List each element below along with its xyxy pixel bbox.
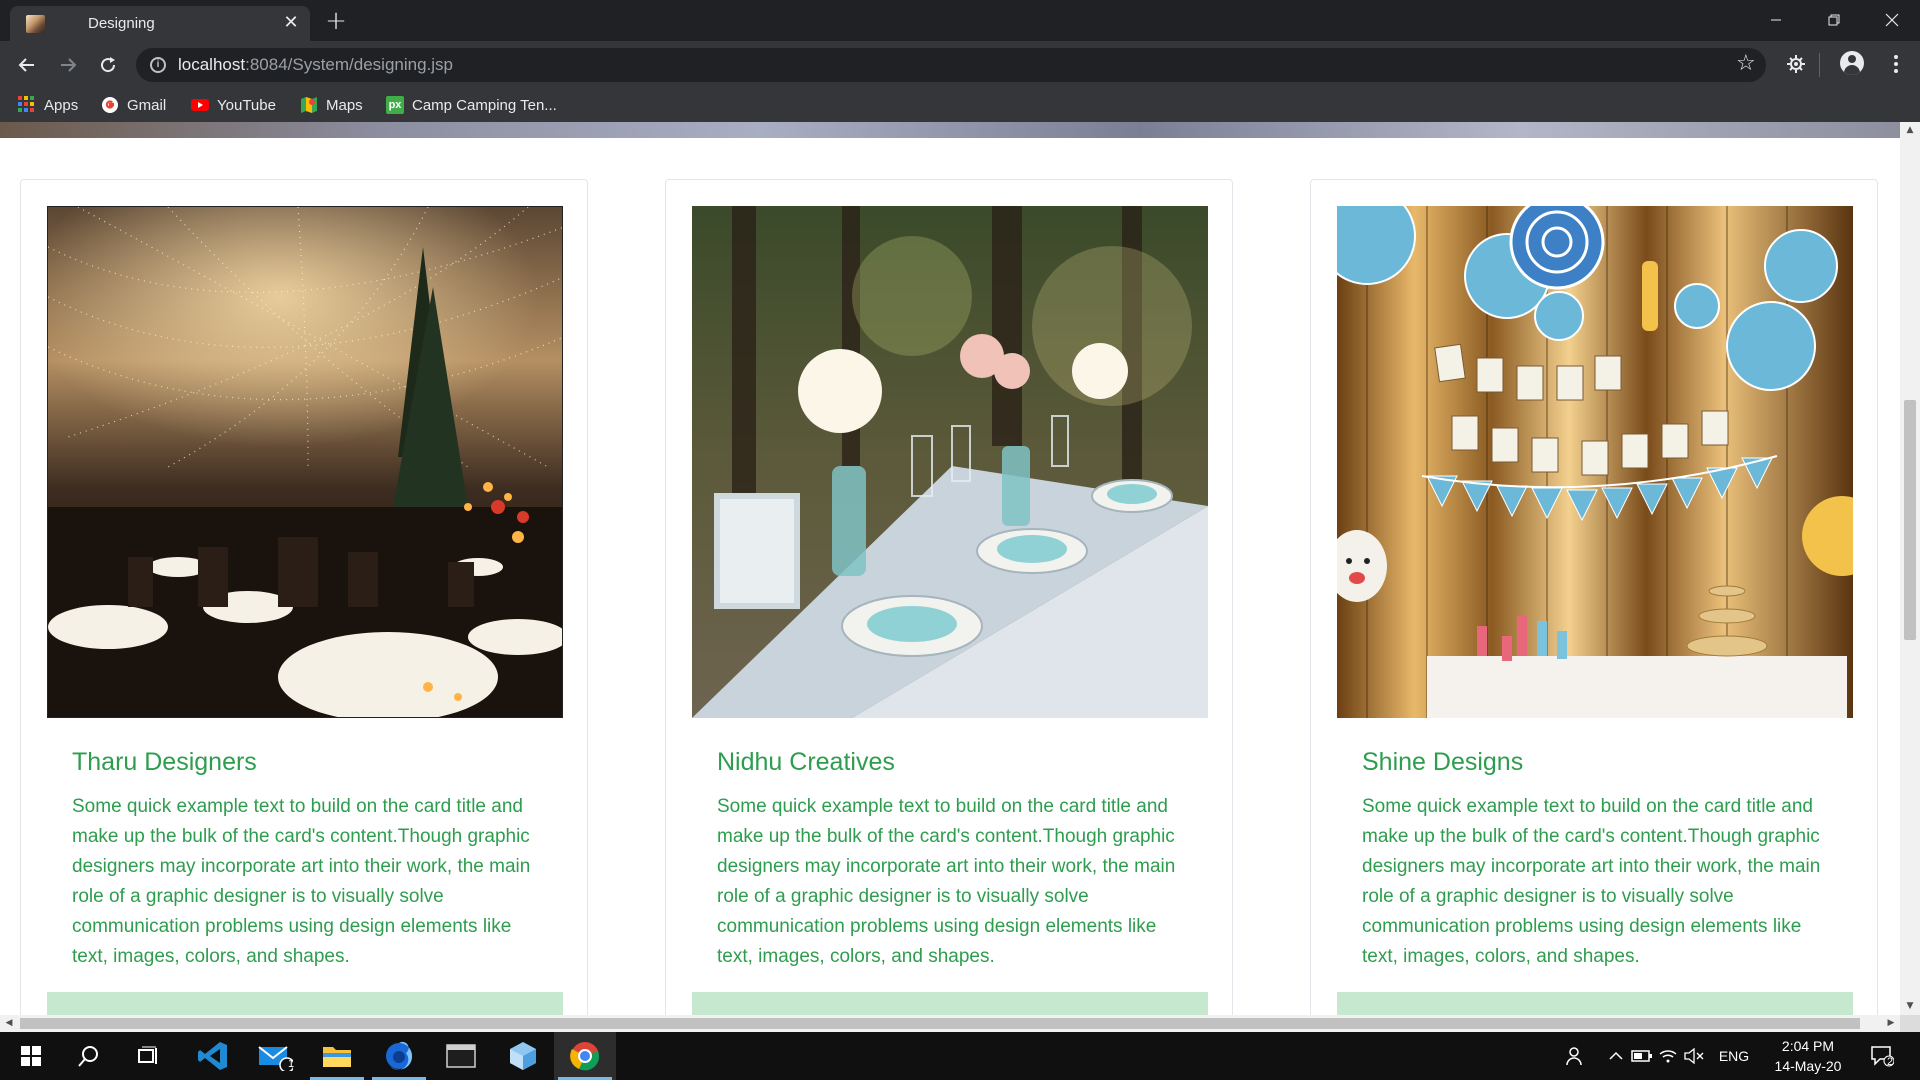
scroll-down-arrow-icon[interactable]: ▼ [1900,998,1920,1015]
address-bar[interactable]: i localhost:8084/System/designing.jsp ☆ [136,48,1766,82]
notification-badge: 2 [1887,1056,1894,1068]
card-text: Some quick example text to build on the … [1362,796,1821,967]
bookmark-maps[interactable]: Maps [300,94,363,116]
maps-icon [300,96,318,114]
mail-icon[interactable]: 1 [244,1032,306,1080]
apps-grid-icon [18,96,36,114]
scroll-left-arrow-icon[interactable]: ◀ [0,1015,18,1032]
site-info-icon[interactable]: i [150,57,166,73]
scroll-up-arrow-icon[interactable]: ▲ [1900,122,1920,139]
bookmark-star-icon[interactable]: ☆ [1736,51,1756,76]
language-indicator[interactable]: ENG [1712,1032,1756,1080]
scrollbar-corner [1900,1015,1920,1032]
back-arrow-icon[interactable] [13,51,41,79]
browser-tab-bar: Designing ✕ + [0,0,1920,41]
browser-toolbar: i localhost:8084/System/designing.jsp ☆ [0,41,1920,88]
horizontal-scrollbar[interactable]: ◀ ▶ [0,1015,1900,1032]
reload-icon[interactable] [94,51,122,79]
terminal-icon[interactable] [430,1032,492,1080]
battery-icon[interactable] [1630,1032,1654,1080]
card-nidhu-creatives: Nidhu Creatives Some quick example text … [665,179,1233,1015]
card-tharu-designers: Tharu Designers Some quick example text … [20,179,588,1015]
windows-start-icon[interactable] [0,1032,62,1080]
vertical-scroll-thumb[interactable] [1904,400,1916,640]
bookmark-label: Maps [326,96,363,114]
clock-time: 2:04 PM [1781,1038,1835,1054]
px-icon: px [386,96,404,114]
chrome-menu-icon[interactable] [1882,50,1910,78]
bookmark-label: Camp Camping Ten... [412,96,557,114]
vertical-scrollbar[interactable]: ▲ ▼ [1900,122,1920,1015]
card-text: Some quick example text to build on the … [717,796,1176,967]
bookmarks-bar: Apps Gmail YouTube Maps px Camp Camping … [0,88,1920,122]
3d-box-app-icon[interactable] [492,1032,554,1080]
toolbar-divider [1819,53,1820,77]
bookmark-label: Gmail [127,96,167,114]
card-button[interactable] [47,992,563,1015]
file-explorer-icon[interactable] [306,1032,368,1080]
card-image-tent-lights [47,206,563,718]
chevron-up-icon[interactable] [1605,1032,1627,1080]
card-title: Tharu Designers [72,748,257,776]
card-button[interactable] [1337,992,1853,1015]
new-tab-button[interactable]: + [322,7,350,35]
url-text[interactable]: localhost:8084/System/designing.jsp [178,55,453,75]
bookmark-camp-camping[interactable]: px Camp Camping Ten... [386,94,557,116]
youtube-icon [191,96,209,114]
forward-arrow-icon[interactable] [54,51,82,79]
browser-tab[interactable]: Designing ✕ [10,6,310,41]
firefox-icon[interactable] [368,1032,430,1080]
horizontal-scroll-thumb[interactable] [20,1018,1860,1029]
bookmark-gmail[interactable]: Gmail [101,94,166,116]
volume-muted-icon[interactable] [1682,1032,1706,1080]
bookmark-youtube[interactable]: YouTube [191,94,276,116]
card-shine-designs: Shine Designs Some quick example text to… [1310,179,1878,1015]
page-viewport: Tharu Designers Some quick example text … [0,122,1900,1015]
clock-date: 14-May-20 [1774,1058,1842,1074]
wifi-icon[interactable] [1656,1032,1680,1080]
people-icon[interactable] [1560,1032,1590,1080]
card-image-table-flowers [692,206,1208,718]
chrome-taskbar-icon[interactable] [554,1032,616,1080]
scroll-right-arrow-icon[interactable]: ▶ [1882,1015,1900,1032]
card-button[interactable] [692,992,1208,1015]
hero-image-bottom [0,122,1900,138]
windows-taskbar: 1 ENG 2:04 PM 14-May-20 2 [0,1032,1920,1080]
vscode-icon[interactable] [182,1032,244,1080]
mail-badge: 1 [288,1058,295,1070]
close-window-button[interactable] [1864,0,1920,41]
system-clock[interactable]: 2:04 PM 14-May-20 [1766,1036,1850,1076]
minimize-button[interactable] [1748,0,1804,41]
bookmark-apps[interactable]: Apps [18,94,78,116]
profile-avatar-icon[interactable] [1840,51,1864,75]
card-title: Nidhu Creatives [717,748,895,776]
search-icon[interactable] [58,1032,120,1080]
card-text: Some quick example text to build on the … [72,796,531,967]
extension-icon[interactable] [1782,50,1810,78]
task-view-icon[interactable] [118,1032,180,1080]
bookmark-label: Apps [44,96,79,114]
tab-close-icon[interactable]: ✕ [280,12,302,34]
notification-center-icon[interactable]: 2 [1862,1032,1902,1080]
bookmark-label: YouTube [217,96,276,114]
card-title: Shine Designs [1362,748,1524,776]
tab-favicon-icon [26,15,45,33]
restore-button[interactable] [1806,0,1862,41]
card-image-birthday-decor [1337,206,1853,718]
google-icon [101,96,119,114]
tab-title: Designing [88,15,155,32]
